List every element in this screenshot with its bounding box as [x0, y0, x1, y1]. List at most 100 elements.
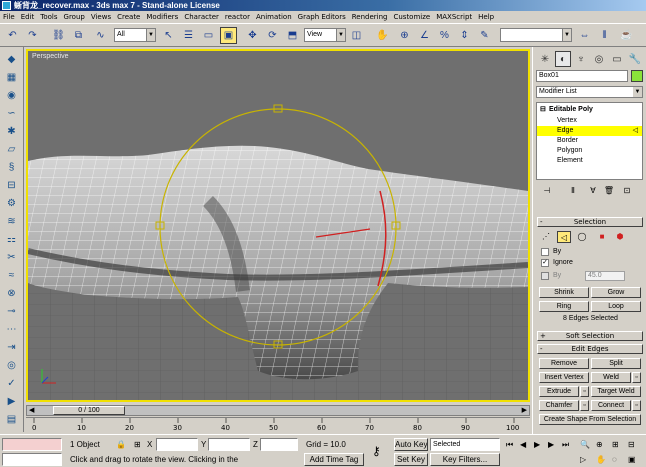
lock-selection-icon[interactable]: 🔒	[116, 438, 126, 451]
time-slider[interactable]: 0 / 100 ◀ ▶	[26, 405, 530, 416]
redo-icon[interactable]: ↷	[24, 27, 41, 44]
stack-item-editable-poly[interactable]: ⊟ Editable Poly	[537, 105, 642, 115]
menu-maxscript[interactable]: MAXScript	[433, 11, 475, 23]
rectangular-selection-icon[interactable]: ▭	[200, 27, 217, 44]
selection-filter-dropdown[interactable]: All ▼	[114, 28, 156, 42]
select-and-scale-icon[interactable]: ⬒	[284, 27, 301, 44]
connect-button[interactable]: Connect	[591, 400, 631, 411]
chevron-right-icon[interactable]: ▶	[522, 406, 527, 414]
vertex-mode-icon[interactable]: ⋰	[539, 231, 553, 243]
menu-modifiers[interactable]: Modifiers	[143, 11, 181, 23]
constraint-icon[interactable]: ⊗	[3, 285, 20, 301]
create-tab-icon[interactable]: ✳	[537, 51, 553, 67]
stack-item-border[interactable]: Border	[537, 136, 642, 146]
menu-help[interactable]: Help	[475, 11, 497, 23]
key-filters-button[interactable]: Key Filters...	[430, 453, 500, 466]
selection-rollout-header[interactable]: - Selection	[537, 217, 643, 227]
next-frame-icon[interactable]: ▶	[548, 438, 554, 451]
menu-graph-editors[interactable]: Graph Editors	[295, 11, 349, 23]
point-to-point-icon[interactable]: ⋯	[3, 321, 20, 337]
percent-snap-icon[interactable]: %	[436, 27, 453, 44]
select-and-move-icon[interactable]: ✥	[244, 27, 261, 44]
grow-button[interactable]: Grow	[591, 287, 641, 298]
unlink-icon[interactable]: ⧉	[70, 27, 87, 44]
z-coordinate-field[interactable]	[260, 438, 298, 451]
hinge-icon[interactable]: ⊸	[3, 303, 20, 319]
align-icon[interactable]: ⫴	[596, 27, 613, 44]
window-crossing-icon[interactable]: ▣	[220, 27, 237, 44]
add-time-tag-button[interactable]: Add Time Tag	[304, 453, 364, 466]
x-coordinate-field[interactable]	[156, 438, 198, 451]
menu-create[interactable]: Create	[114, 11, 143, 23]
edge-mode-icon[interactable]: ◁	[557, 231, 571, 243]
menu-rendering[interactable]: Rendering	[349, 11, 391, 23]
angle-snap-icon[interactable]: ∠	[416, 27, 433, 44]
water-icon[interactable]: ≈	[3, 267, 20, 283]
undo-icon[interactable]: ↶	[4, 27, 21, 44]
arc-rotate-icon[interactable]: ◌	[612, 453, 617, 466]
zoom-icon[interactable]: 🔍	[580, 438, 590, 451]
rope-icon[interactable]: ∽	[3, 105, 20, 121]
split-button[interactable]: Split	[591, 358, 641, 369]
snap-toggle-icon[interactable]: ⊕	[396, 27, 413, 44]
modifier-list-dropdown[interactable]: Modifier List ▼	[536, 86, 643, 98]
render-icon[interactable]: ☕	[618, 27, 635, 44]
rigid-body-icon[interactable]: ◆	[3, 51, 20, 67]
maxscript-mini-field[interactable]	[2, 453, 62, 466]
pivot-center-icon[interactable]: ◫	[348, 27, 365, 44]
menu-reactor[interactable]: reactor	[222, 11, 253, 23]
weld-button[interactable]: Weld	[591, 372, 631, 383]
stack-item-element[interactable]: Element	[537, 156, 642, 166]
zoom-extents-all-icon[interactable]: ⊟	[628, 438, 635, 451]
spinner-snap-icon[interactable]: ⇕	[456, 27, 473, 44]
zoom-extents-icon[interactable]: ⊞	[612, 438, 619, 451]
zoom-all-icon[interactable]: ⊕	[596, 438, 603, 451]
stack-item-polygon[interactable]: Polygon	[537, 146, 642, 156]
polygon-mode-icon[interactable]: ■	[595, 231, 609, 243]
motor-icon[interactable]: ⚙	[3, 195, 20, 211]
menu-file[interactable]: File	[0, 11, 18, 23]
select-by-name-icon[interactable]: ☰	[180, 27, 197, 44]
plane-icon[interactable]: ▱	[3, 141, 20, 157]
chevron-left-icon[interactable]: ◀	[29, 406, 34, 414]
key-mode-dropdown[interactable]: Selected	[430, 438, 500, 451]
show-end-result-icon[interactable]: Ⅱ	[566, 184, 580, 198]
configure-sets-icon[interactable]: ⊡	[620, 184, 634, 198]
analyze-world-icon[interactable]: ✓	[3, 375, 20, 391]
bind-space-warp-icon[interactable]: ∿	[92, 27, 109, 44]
perspective-viewport[interactable]: Perspective	[26, 49, 530, 402]
time-slider-thumb[interactable]: 0 / 100	[53, 406, 125, 415]
create-animation-icon[interactable]: ▤	[3, 411, 20, 427]
chamfer-button[interactable]: Chamfer	[539, 400, 579, 411]
menu-character[interactable]: Character	[181, 11, 222, 23]
auto-key-button[interactable]: Auto Key	[394, 438, 428, 451]
by-angle-checkbox[interactable]	[541, 272, 549, 280]
shrink-button[interactable]: Shrink	[539, 287, 589, 298]
ignore-backfacing-checkbox[interactable]: ✓	[541, 259, 549, 267]
by-vertex-checkbox[interactable]	[541, 248, 549, 256]
go-to-end-icon[interactable]: ⏭	[562, 438, 569, 451]
select-and-manipulate-icon[interactable]: ✋	[374, 27, 391, 44]
cloth-icon[interactable]: ▦	[3, 69, 20, 85]
border-mode-icon[interactable]: ◯	[575, 231, 589, 243]
ring-button[interactable]: Ring	[539, 301, 589, 312]
select-and-rotate-icon[interactable]: ⟳	[264, 27, 281, 44]
prismatic-icon[interactable]: ⇥	[3, 339, 20, 355]
angle-spinner[interactable]: 45.0	[585, 271, 625, 281]
target-weld-button[interactable]: Target Weld	[591, 386, 641, 397]
chamfer-settings-button[interactable]: ▫	[580, 400, 589, 411]
display-tab-icon[interactable]: ▭	[609, 51, 625, 67]
select-and-link-icon[interactable]: ⛓	[50, 27, 67, 44]
menu-views[interactable]: Views	[88, 11, 114, 23]
track-bar[interactable]: 0 10 20 30 40 50 60 70 80 90 100	[26, 417, 530, 434]
maximize-viewport-icon[interactable]: ▣	[628, 453, 636, 466]
car-wheel-icon[interactable]: ◎	[3, 357, 20, 373]
utilities-tab-icon[interactable]: 🔧	[627, 51, 643, 67]
element-mode-icon[interactable]: ⬢	[613, 231, 627, 243]
mirror-icon[interactable]: ⇔	[576, 27, 593, 44]
object-name-field[interactable]: Box01	[536, 70, 628, 82]
pin-stack-icon[interactable]: ⊣	[540, 184, 554, 198]
stack-item-edge[interactable]: Edge ◁	[537, 126, 642, 136]
menu-edit[interactable]: Edit	[18, 11, 38, 23]
dashpot-icon[interactable]: ⊟	[3, 177, 20, 193]
